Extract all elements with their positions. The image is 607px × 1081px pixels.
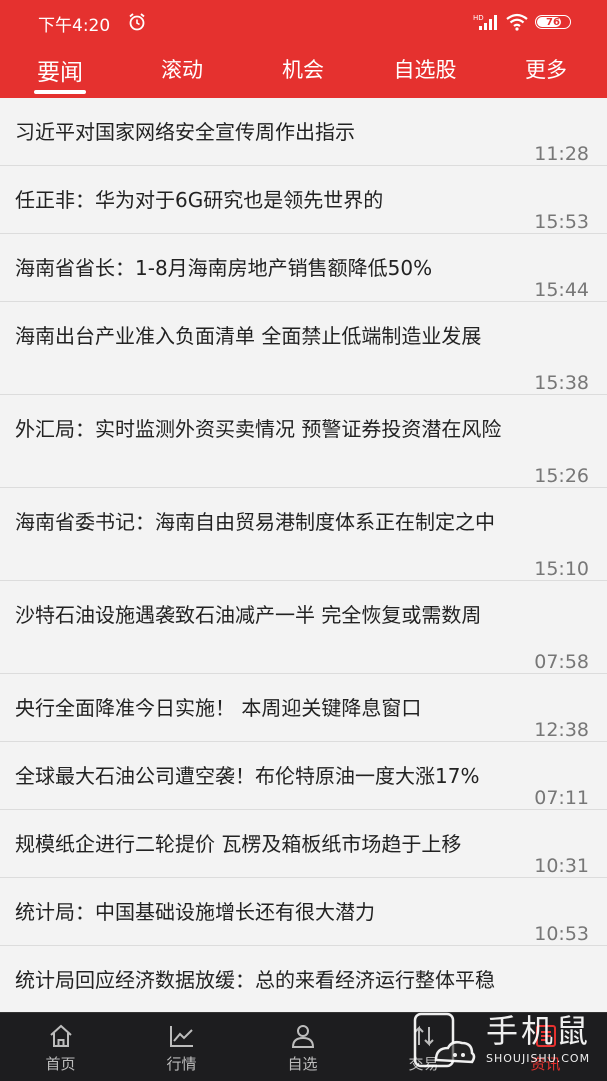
watermark-title: 手机鼠 [486,1012,592,1050]
news-item[interactable]: 外汇局：实时监测外资买卖情况 预警证券投资潜在风险 15:26 [0,395,607,488]
news-item[interactable]: 全球最大石油公司遭空袭！布伦特原油一度大涨17% 07:11 [0,742,607,810]
news-tabs: 要闻 滚动 机会 自选股 更多 [0,48,607,98]
chart-icon [170,1026,193,1047]
nav-watchlist[interactable]: 自选 [242,1013,363,1081]
status-icons: HD 76 [473,12,571,32]
nav-market[interactable]: 行情 [121,1013,242,1081]
news-time: 12:38 [534,719,589,741]
news-title: 海南省委书记：海南自由贸易港制度体系正在制定之中 [15,510,495,534]
news-time: 15:38 [534,372,589,394]
news-title: 央行全面降准今日实施！ 本周迎关键降息窗口 [15,696,422,720]
news-time: 07:58 [534,651,589,673]
nav-home[interactable]: 首页 [0,1013,121,1081]
news-item[interactable]: 海南省委书记：海南自由贸易港制度体系正在制定之中 15:10 [0,488,607,581]
status-bar: 下午4:20 HD 76 [0,0,607,44]
news-title: 统计局回应经济数据放缓：总的来看经济运行整体平稳 [15,968,495,992]
watermark: 手机鼠 SHOUJISHU.COM [412,1006,607,1080]
news-item[interactable]: 海南出台产业准入负面清单 全面禁止低端制造业发展 15:38 [0,302,607,395]
news-title: 沙特石油设施遇袭致石油减产一半 完全恢复或需数周 [15,603,482,627]
news-time: 15:53 [534,211,589,233]
news-time: 15:44 [534,279,589,301]
tab-watchlist[interactable]: 自选股 [394,54,457,84]
news-item[interactable]: 统计局：中国基础设施增长还有很大潜力 10:53 [0,878,607,946]
news-title: 海南出台产业准入负面清单 全面禁止低端制造业发展 [15,324,482,348]
active-tab-indicator [34,90,86,94]
user-icon [291,1025,315,1048]
news-item[interactable]: 习近平对国家网络安全宣传周作出指示 11:28 [0,98,607,166]
news-title: 习近平对国家网络安全宣传周作出指示 [15,120,355,144]
tab-more[interactable]: 更多 [525,54,567,84]
tab-rolling[interactable]: 滚动 [161,54,203,84]
nav-label: 自选 [287,1055,318,1073]
watermark-subtitle: SHOUJISHU.COM [486,1052,591,1065]
status-time: 下午4:20 [38,16,111,36]
news-item[interactable]: 规模纸企进行二轮提价 瓦楞及箱板纸市场趋于上移 10:31 [0,810,607,878]
news-list: 习近平对国家网络安全宣传周作出指示 11:28 任正非：华为对于6G研究也是领先… [0,98,607,1026]
tab-headlines[interactable]: 要闻 [37,53,83,87]
news-time: 15:26 [534,465,589,487]
news-title: 外汇局：实时监测外资买卖情况 预警证券投资潜在风险 [15,417,502,441]
news-time: 15:10 [534,558,589,580]
app-header: 下午4:20 HD 76 要闻 滚动 机会 自选股 更多 [0,0,607,98]
news-title: 规模纸企进行二轮提价 瓦楞及箱板纸市场趋于上移 [15,832,462,856]
news-title: 任正非：华为对于6G研究也是领先世界的 [15,188,384,212]
nav-label: 首页 [45,1055,76,1073]
nav-label: 行情 [166,1055,197,1073]
battery-icon: 76 [535,15,571,29]
news-item[interactable]: 海南省省长：1-8月海南房地产销售额降低50% 15:44 [0,234,607,302]
alarm-icon [129,13,145,31]
network-label: HD [473,14,484,22]
battery-level: 76 [546,16,560,28]
news-title: 全球最大石油公司遭空袭！布伦特原油一度大涨17% [15,764,480,788]
tab-opportunities[interactable]: 机会 [282,54,324,84]
news-time: 10:31 [534,855,589,877]
watermark-logo-icon [413,1012,476,1068]
news-title: 海南省省长：1-8月海南房地产销售额降低50% [15,256,433,280]
wifi-icon [506,13,528,31]
news-item[interactable]: 任正非：华为对于6G研究也是领先世界的 15:53 [0,166,607,234]
news-item[interactable]: 央行全面降准今日实施！ 本周迎关键降息窗口 12:38 [0,674,607,742]
news-title: 统计局：中国基础设施增长还有很大潜力 [15,900,375,924]
news-time: 11:28 [534,143,589,165]
news-time: 10:53 [534,923,589,945]
home-icon [50,1024,72,1047]
signal-icon: HD [473,14,497,30]
news-time: 07:11 [534,787,589,809]
news-item[interactable]: 沙特石油设施遇袭致石油减产一半 完全恢复或需数周 07:58 [0,581,607,674]
